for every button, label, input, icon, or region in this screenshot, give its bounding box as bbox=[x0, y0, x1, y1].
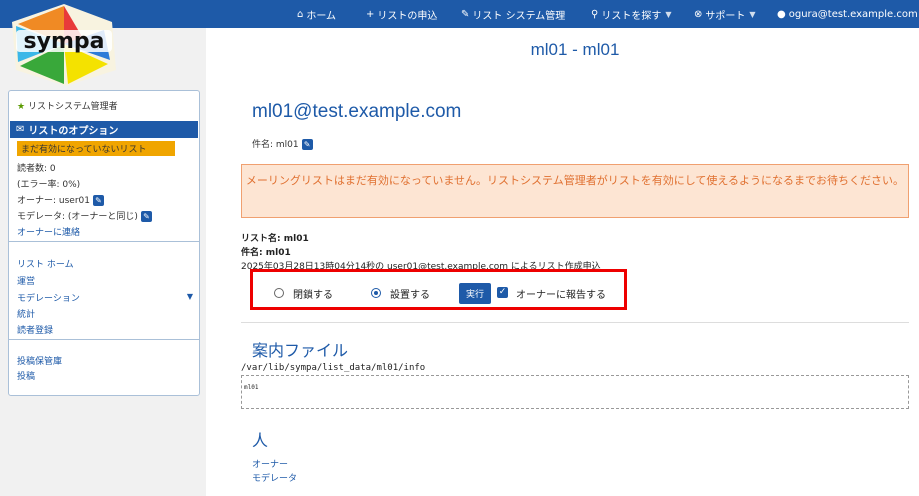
options-title: リストのオプション bbox=[28, 126, 119, 137]
install-radio[interactable] bbox=[371, 288, 381, 298]
nav-user[interactable]: ●ogura@test.example.com▼ bbox=[777, 0, 919, 28]
moderator-row: モデレータ: (オーナーと同じ) ✎ bbox=[17, 209, 152, 222]
inactive-warning: メーリングリストはまだ有効になっていません。リストシステム管理者がリストを有効に… bbox=[241, 164, 909, 218]
caret-down-icon: ▼ bbox=[186, 292, 193, 301]
info-file-content: ml01 bbox=[241, 375, 909, 409]
divider bbox=[9, 241, 199, 242]
caret-down-icon: ▼ bbox=[665, 9, 672, 19]
sidebar-item-list-home[interactable]: リスト ホーム bbox=[17, 257, 74, 270]
nav-search-label: リストを探す bbox=[601, 10, 662, 22]
plus-icon: + bbox=[366, 8, 375, 20]
owner-row: オーナー: user01 ✎ bbox=[17, 193, 104, 206]
list-name: リスト名: ml01 bbox=[241, 234, 309, 244]
close-radio[interactable] bbox=[274, 288, 284, 298]
logo-text: sympa bbox=[24, 29, 105, 54]
divider bbox=[9, 339, 199, 340]
star-icon: ★ bbox=[17, 102, 26, 112]
edit-icon[interactable]: ✎ bbox=[92, 195, 104, 206]
caret-down-icon: ▼ bbox=[749, 9, 756, 19]
nav-support-label: サポート bbox=[705, 10, 746, 22]
divider bbox=[241, 322, 909, 323]
search-icon: ⚲ bbox=[591, 8, 599, 20]
edit-icon[interactable]: ✎ bbox=[301, 139, 313, 150]
wrench-icon: ✎ bbox=[461, 8, 470, 20]
lifebuoy-icon: ⊗ bbox=[694, 8, 703, 20]
nav-support[interactable]: ⊗ サポート ▼ bbox=[694, 0, 756, 28]
nav-listmaster[interactable]: ✎ リスト システム管理 bbox=[461, 0, 565, 28]
subscriber-count: 読者数: 0 bbox=[17, 164, 56, 174]
nav-user-label: ogura@test.example.com bbox=[788, 8, 918, 20]
subject-row: 件名: ml01 ✎ bbox=[252, 137, 313, 150]
nav-search[interactable]: ⚲ リストを探す ▼ bbox=[591, 0, 671, 28]
role-label: リストシステム管理者 bbox=[27, 102, 118, 112]
user-icon: ● bbox=[777, 8, 786, 20]
sidebar-item-post[interactable]: 投稿 bbox=[17, 369, 35, 382]
sidebar-item-admin[interactable]: 運営 bbox=[17, 274, 35, 287]
sympa-logo[interactable]: sympa bbox=[4, 0, 124, 88]
nav-list-request-label: リストの申込 bbox=[377, 10, 438, 22]
home-icon: ⌂ bbox=[297, 8, 304, 20]
sidebar-panel: ★ リストシステム管理者 ✉ リストのオプション まだ有効になっていないリスト 読… bbox=[8, 90, 200, 396]
nav-list-request[interactable]: + リストの申込 bbox=[366, 0, 437, 28]
mail-icon: ✉ bbox=[16, 124, 25, 135]
nav-home-label: ホーム bbox=[306, 10, 337, 22]
sidebar-item-archive[interactable]: 投稿保管庫 bbox=[17, 354, 62, 367]
notify-owner-label: オーナーに報告する bbox=[516, 290, 606, 301]
sidebar-item-subscribers[interactable]: 読者登録 bbox=[17, 323, 53, 336]
notify-owner-checkbox[interactable]: ✓ bbox=[497, 287, 508, 298]
info-file-path: /var/lib/sympa/list_data/ml01/info bbox=[241, 363, 426, 373]
execute-button[interactable]: 実行 bbox=[459, 283, 491, 304]
contact-owner-link[interactable]: オーナーに連絡 bbox=[17, 225, 80, 238]
not-active-badge: まだ有効になっていないリスト bbox=[17, 141, 175, 156]
nav-listmaster-label: リスト システム管理 bbox=[472, 10, 566, 22]
error-rate: (エラー率: 0%) bbox=[17, 180, 81, 190]
options-header: ✉ リストのオプション bbox=[10, 121, 198, 138]
subject-info: 件名: ml01 bbox=[241, 248, 291, 258]
info-file-title: 案内ファイル bbox=[252, 343, 349, 360]
page-title: ml01 - ml01 bbox=[530, 40, 620, 59]
list-address: ml01@test.example.com bbox=[252, 101, 462, 122]
edit-icon[interactable]: ✎ bbox=[140, 211, 152, 222]
install-label: 設置する bbox=[390, 290, 430, 301]
people-owner-link[interactable]: オーナー bbox=[252, 457, 288, 470]
close-label: 閉鎖する bbox=[293, 290, 333, 301]
nav-home[interactable]: ⌂ ホーム bbox=[297, 0, 336, 28]
people-moderator-link[interactable]: モデレータ bbox=[252, 471, 297, 484]
sidebar-item-moderation[interactable]: モデレーション ▼ bbox=[17, 291, 193, 304]
role-row: ★ リストシステム管理者 bbox=[17, 99, 118, 112]
people-title: 人 bbox=[252, 433, 269, 450]
sidebar-item-stats[interactable]: 統計 bbox=[17, 307, 35, 320]
